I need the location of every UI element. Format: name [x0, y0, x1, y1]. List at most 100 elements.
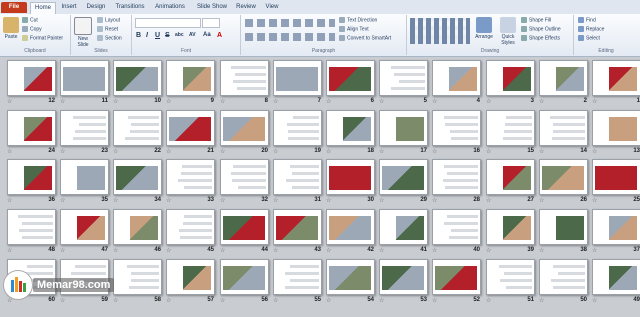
- transition-star-icon[interactable]: ☆: [486, 197, 491, 204]
- transition-star-icon[interactable]: ☆: [273, 297, 278, 304]
- select-button[interactable]: Select: [578, 35, 600, 42]
- slide-thumbnail[interactable]: [592, 159, 640, 195]
- transition-star-icon[interactable]: ☆: [220, 98, 225, 105]
- italic-button[interactable]: I: [146, 32, 148, 39]
- transition-star-icon[interactable]: ☆: [539, 197, 544, 204]
- slide-thumbnail[interactable]: [113, 60, 162, 96]
- transition-star-icon[interactable]: ☆: [379, 197, 384, 204]
- transition-star-icon[interactable]: ☆: [592, 297, 597, 304]
- cut-button[interactable]: Cut: [22, 17, 38, 24]
- shape-fill-button[interactable]: Shape Fill: [521, 17, 551, 24]
- slide-thumbnail[interactable]: [113, 209, 162, 245]
- slide-thumbnail[interactable]: [486, 110, 535, 146]
- spacing-button[interactable]: AV: [189, 32, 196, 38]
- slide-thumbnail[interactable]: [539, 159, 588, 195]
- slide-thumbnail[interactable]: [326, 259, 375, 295]
- format-painter-button[interactable]: Format Painter: [22, 35, 63, 42]
- align-buttons[interactable]: [245, 33, 335, 41]
- slide-thumbnail[interactable]: [166, 259, 215, 295]
- shapes-gallery[interactable]: [410, 18, 470, 44]
- transition-star-icon[interactable]: ☆: [326, 297, 331, 304]
- transition-star-icon[interactable]: ☆: [273, 247, 278, 254]
- slide-thumbnail[interactable]: [7, 209, 56, 245]
- transition-star-icon[interactable]: ☆: [592, 247, 597, 254]
- slide-thumbnail[interactable]: [486, 209, 535, 245]
- tab-slide-show[interactable]: Slide Show: [194, 2, 230, 13]
- transition-star-icon[interactable]: ☆: [220, 197, 225, 204]
- slide-thumbnail[interactable]: [539, 110, 588, 146]
- find-button[interactable]: Find: [578, 17, 596, 24]
- shape-effects-button[interactable]: Shape Effects: [521, 35, 560, 42]
- paste-button[interactable]: Paste: [2, 17, 20, 40]
- transition-star-icon[interactable]: ☆: [113, 247, 118, 254]
- reset-button[interactable]: Reset: [97, 26, 118, 33]
- transition-star-icon[interactable]: ☆: [60, 148, 65, 155]
- slide-thumbnail[interactable]: [273, 60, 322, 96]
- slide-thumbnail[interactable]: [166, 159, 215, 195]
- quick-styles-button[interactable]: Quick Styles: [497, 17, 519, 46]
- transition-star-icon[interactable]: ☆: [326, 98, 331, 105]
- transition-star-icon[interactable]: ☆: [166, 197, 171, 204]
- slide-thumbnail[interactable]: [539, 209, 588, 245]
- transition-star-icon[interactable]: ☆: [273, 197, 278, 204]
- transition-star-icon[interactable]: ☆: [486, 247, 491, 254]
- slide-thumbnail[interactable]: [273, 259, 322, 295]
- transition-star-icon[interactable]: ☆: [60, 247, 65, 254]
- transition-star-icon[interactable]: ☆: [592, 197, 597, 204]
- slide-thumbnail[interactable]: [326, 110, 375, 146]
- transition-star-icon[interactable]: ☆: [7, 247, 12, 254]
- transition-star-icon[interactable]: ☆: [60, 98, 65, 105]
- list-buttons[interactable]: [245, 19, 335, 27]
- font-name-box[interactable]: [135, 18, 201, 28]
- slide-thumbnail[interactable]: [273, 209, 322, 245]
- transition-star-icon[interactable]: ☆: [486, 148, 491, 155]
- transition-star-icon[interactable]: ☆: [592, 98, 597, 105]
- transition-star-icon[interactable]: ☆: [7, 197, 12, 204]
- slide-thumbnail[interactable]: [166, 60, 215, 96]
- slide-thumbnail[interactable]: [326, 60, 375, 96]
- transition-star-icon[interactable]: ☆: [166, 98, 171, 105]
- slide-thumbnail[interactable]: [486, 259, 535, 295]
- new-slide-button[interactable]: New Slide: [73, 17, 93, 48]
- bold-button[interactable]: B: [136, 32, 141, 39]
- transition-star-icon[interactable]: ☆: [539, 297, 544, 304]
- slide-thumbnail[interactable]: [432, 209, 481, 245]
- transition-star-icon[interactable]: ☆: [273, 98, 278, 105]
- replace-button[interactable]: Replace: [578, 26, 604, 33]
- transition-star-icon[interactable]: ☆: [379, 297, 384, 304]
- transition-star-icon[interactable]: ☆: [273, 148, 278, 155]
- slide-thumbnail[interactable]: [220, 110, 269, 146]
- transition-star-icon[interactable]: ☆: [7, 98, 12, 105]
- transition-star-icon[interactable]: ☆: [379, 247, 384, 254]
- slide-thumbnail[interactable]: [379, 209, 428, 245]
- strikethrough-button[interactable]: S: [165, 32, 170, 39]
- smartart-button[interactable]: Convert to SmartArt: [339, 35, 391, 42]
- slide-thumbnail[interactable]: [7, 110, 56, 146]
- underline-button[interactable]: U: [155, 32, 160, 39]
- transition-star-icon[interactable]: ☆: [539, 247, 544, 254]
- shadow-button[interactable]: abc: [175, 32, 184, 38]
- transition-star-icon[interactable]: ☆: [220, 297, 225, 304]
- arrange-button[interactable]: Arrange: [473, 17, 495, 40]
- transition-star-icon[interactable]: ☆: [113, 297, 118, 304]
- slide-thumbnail[interactable]: [220, 209, 269, 245]
- slide-thumbnail[interactable]: [220, 259, 269, 295]
- slide-thumbnail[interactable]: [60, 209, 109, 245]
- slide-thumbnail[interactable]: [60, 159, 109, 195]
- slide-thumbnail[interactable]: [432, 159, 481, 195]
- transition-star-icon[interactable]: ☆: [432, 98, 437, 105]
- slide-thumbnail[interactable]: [379, 259, 428, 295]
- transition-star-icon[interactable]: ☆: [166, 148, 171, 155]
- text-direction-button[interactable]: Text Direction: [339, 17, 377, 24]
- layout-button[interactable]: Layout: [97, 17, 120, 24]
- slide-thumbnail[interactable]: [539, 60, 588, 96]
- transition-star-icon[interactable]: ☆: [486, 98, 491, 105]
- transition-star-icon[interactable]: ☆: [326, 247, 331, 254]
- slide-thumbnail[interactable]: [60, 60, 109, 96]
- slide-thumbnail[interactable]: [379, 110, 428, 146]
- slide-thumbnail[interactable]: [432, 259, 481, 295]
- slide-thumbnail[interactable]: [486, 60, 535, 96]
- slide-thumbnail[interactable]: [326, 159, 375, 195]
- slide-thumbnail[interactable]: [113, 159, 162, 195]
- tab-transitions[interactable]: Transitions: [112, 2, 148, 13]
